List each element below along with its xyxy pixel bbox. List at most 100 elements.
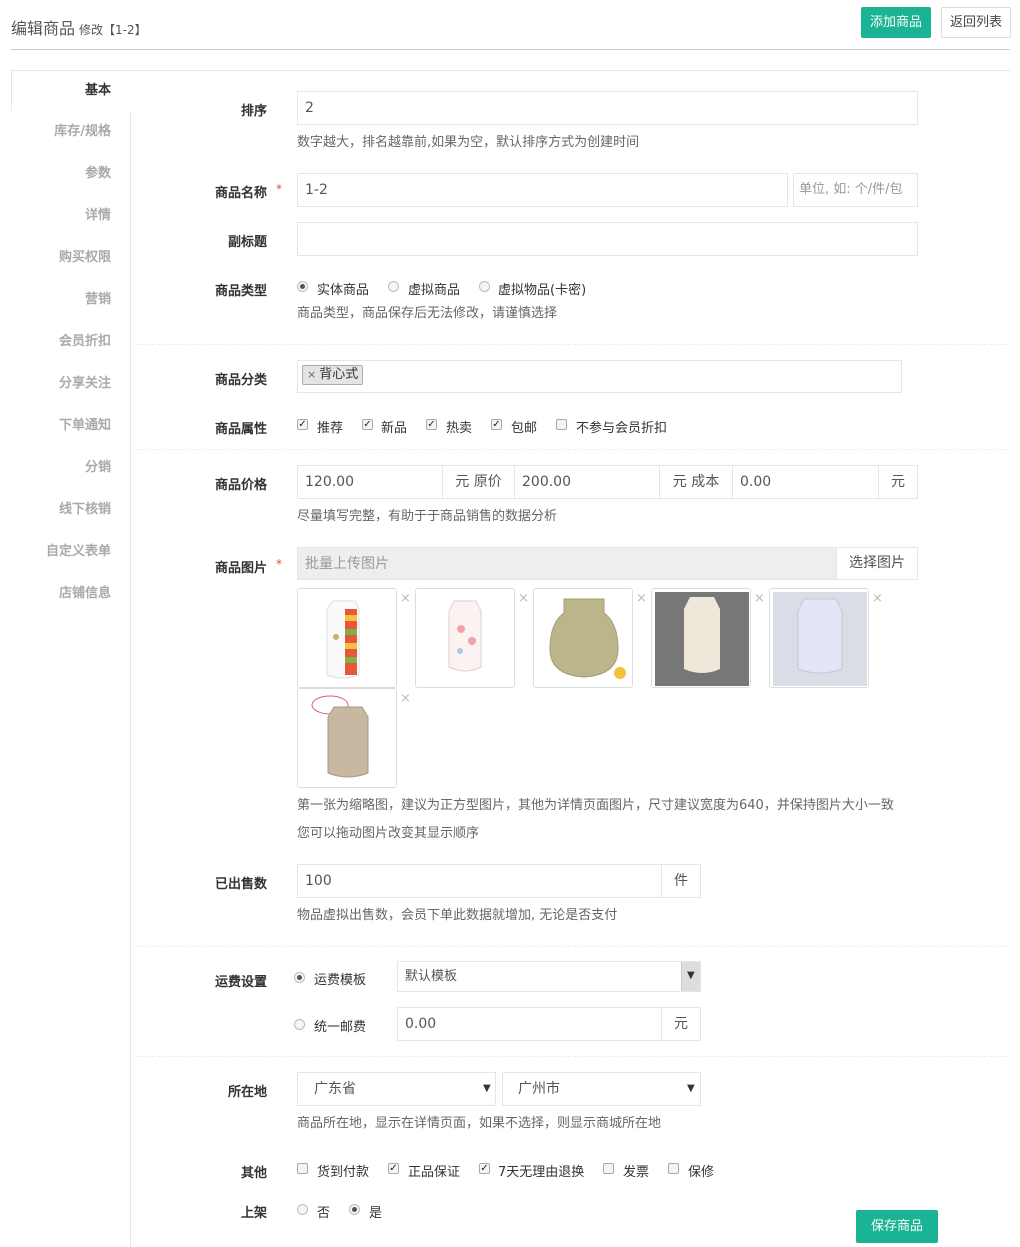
attr-recommend-label: 推荐 (317, 421, 344, 436)
tab-detail[interactable]: 详情 (11, 196, 131, 236)
other-authentic-checkbox[interactable]: ✓ (388, 1163, 399, 1174)
subtitle-input[interactable] (297, 222, 918, 256)
other-warranty-checkbox[interactable] (668, 1163, 679, 1174)
attr-new-label: 新品 (381, 421, 408, 436)
sleeping-bag-image (326, 600, 360, 679)
type-card-radio[interactable] (479, 281, 490, 292)
shipping-flat-radio[interactable] (294, 1019, 305, 1030)
attr-no-discount-checkbox[interactable] (556, 419, 567, 430)
shipping-template-select[interactable]: 默认模板 (397, 961, 701, 992)
delete-image-icon[interactable]: × (400, 591, 411, 606)
sort-label: 排序 (240, 104, 267, 119)
other-7day-return-checkbox[interactable]: ✓ (479, 1163, 490, 1174)
tab-params[interactable]: 参数 (11, 154, 131, 194)
tab-stock-spec[interactable]: 库存/规格 (11, 112, 131, 152)
listing-yes-label: 是 (369, 1206, 383, 1221)
page-title: 编辑商品 修改【1-2】 (11, 15, 147, 39)
tag-remove-icon[interactable]: × (307, 368, 316, 381)
delete-image-icon[interactable]: × (754, 591, 765, 606)
type-help: 商品类型，商品保存后无法修改，请谨慎选择 (297, 306, 558, 321)
type-card-label: 虚拟物品(卡密) (498, 283, 587, 298)
category-select[interactable] (297, 360, 902, 393)
delete-image-icon[interactable]: × (636, 591, 647, 606)
tab-share-follow[interactable]: 分享关注 (11, 364, 131, 404)
delete-image-icon[interactable]: × (518, 591, 529, 606)
product-image-6[interactable] (297, 688, 397, 788)
chevron-down-icon: ▼ (687, 970, 695, 981)
section-divider (137, 449, 1007, 450)
other-cod-label: 货到付款 (317, 1165, 370, 1180)
tab-store-info[interactable]: 店铺信息 (11, 574, 131, 614)
select-image-button[interactable]: 选择图片 (836, 547, 918, 580)
back-to-list-button[interactable]: 返回列表 (941, 7, 1011, 38)
product-name-input[interactable]: 1-2 (297, 173, 788, 207)
listing-yes-radio[interactable] (349, 1204, 360, 1215)
add-product-button[interactable]: 添加商品 (861, 7, 931, 38)
tab-member-discount[interactable]: 会员折扣 (11, 322, 131, 362)
tab-distribution[interactable]: 分销 (11, 448, 131, 488)
city-select[interactable]: 广州市 (502, 1072, 701, 1106)
attr-no-discount-label: 不参与会员折扣 (576, 421, 668, 436)
product-image-3[interactable] (533, 588, 633, 688)
province-select[interactable]: 广东省 (297, 1072, 496, 1106)
attr-hot-checkbox[interactable]: ✓ (426, 419, 437, 430)
type-physical-radio[interactable] (297, 281, 308, 292)
delete-image-icon[interactable]: × (872, 591, 883, 606)
delete-image-icon[interactable]: × (400, 691, 411, 706)
other-invoice-checkbox[interactable] (603, 1163, 614, 1174)
sort-help: 数字越大，排名越靠前,如果为空，默认排序方式为创建时间 (297, 135, 640, 150)
attr-free-shipping-checkbox[interactable]: ✓ (491, 419, 502, 430)
tab-basic[interactable]: 基本 (11, 70, 131, 111)
category-label: 商品分类 (214, 373, 267, 388)
section-divider (137, 344, 1007, 345)
product-image-2[interactable] (415, 588, 515, 688)
price-input[interactable]: 120.00 (297, 465, 443, 499)
section-divider (137, 946, 1007, 947)
name-label: 商品名称 (214, 186, 267, 201)
shipping-template-label: 运费模板 (314, 973, 367, 988)
tab-marketing[interactable]: 营销 (11, 280, 131, 320)
price-unit-addon: 元 原价 (442, 465, 515, 499)
tab-purchase-permission[interactable]: 购买权限 (11, 238, 131, 278)
batch-upload-input: 批量上传图片 (297, 547, 838, 580)
category-tag-label: 背心式 (319, 367, 359, 382)
type-virtual-radio[interactable] (388, 281, 399, 292)
header-divider (11, 49, 1010, 50)
product-image-5[interactable] (769, 588, 869, 688)
tab-custom-form[interactable]: 自定义表单 (11, 532, 131, 572)
city-value: 广州市 (518, 1081, 560, 1097)
tab-offline-verify[interactable]: 线下核销 (11, 490, 131, 530)
other-cod-checkbox[interactable] (297, 1163, 308, 1174)
other-authentic-label: 正品保证 (408, 1165, 461, 1180)
sold-unit-addon: 件 (661, 864, 701, 898)
sold-count-input[interactable]: 100 (297, 864, 663, 898)
flat-fee-input[interactable]: 0.00 (397, 1007, 663, 1041)
listing-label: 上架 (240, 1206, 267, 1221)
flat-fee-unit-addon: 元 (661, 1007, 701, 1041)
attr-recommend-checkbox[interactable]: ✓ (297, 419, 308, 430)
shipping-template-dropdown[interactable]: ▼ (681, 962, 700, 991)
attr-new-checkbox[interactable]: ✓ (362, 419, 373, 430)
type-label: 商品类型 (214, 284, 267, 299)
unit-input[interactable]: 单位, 如: 个/件/包 (793, 173, 918, 207)
sort-input[interactable]: 2 (297, 91, 918, 125)
price-help: 尽量填写完整，有助于于商品销售的数据分析 (297, 509, 558, 524)
required-mark: * (276, 182, 282, 196)
save-product-button[interactable]: 保存商品 (856, 1210, 938, 1243)
shipping-flat-label: 统一邮费 (314, 1020, 367, 1035)
product-image-4[interactable] (651, 588, 751, 688)
original-price-input[interactable]: 200.00 (514, 465, 660, 499)
shipping-template-radio[interactable] (294, 972, 305, 983)
cost-unit-addon: 元 (878, 465, 918, 499)
product-image-1[interactable] (297, 588, 397, 688)
other-warranty-label: 保修 (688, 1165, 715, 1180)
cost-input[interactable]: 0.00 (732, 465, 879, 499)
section-divider (137, 1056, 1007, 1057)
other-label: 其他 (240, 1166, 267, 1181)
tab-order-notify[interactable]: 下单通知 (11, 406, 131, 446)
attr-free-shipping-label: 包邮 (511, 421, 538, 436)
listing-no-radio[interactable] (297, 1204, 308, 1215)
chevron-down-icon: ▼ (483, 1083, 491, 1094)
price-label: 商品价格 (214, 478, 267, 493)
page-title-text: 编辑商品 (11, 19, 76, 38)
